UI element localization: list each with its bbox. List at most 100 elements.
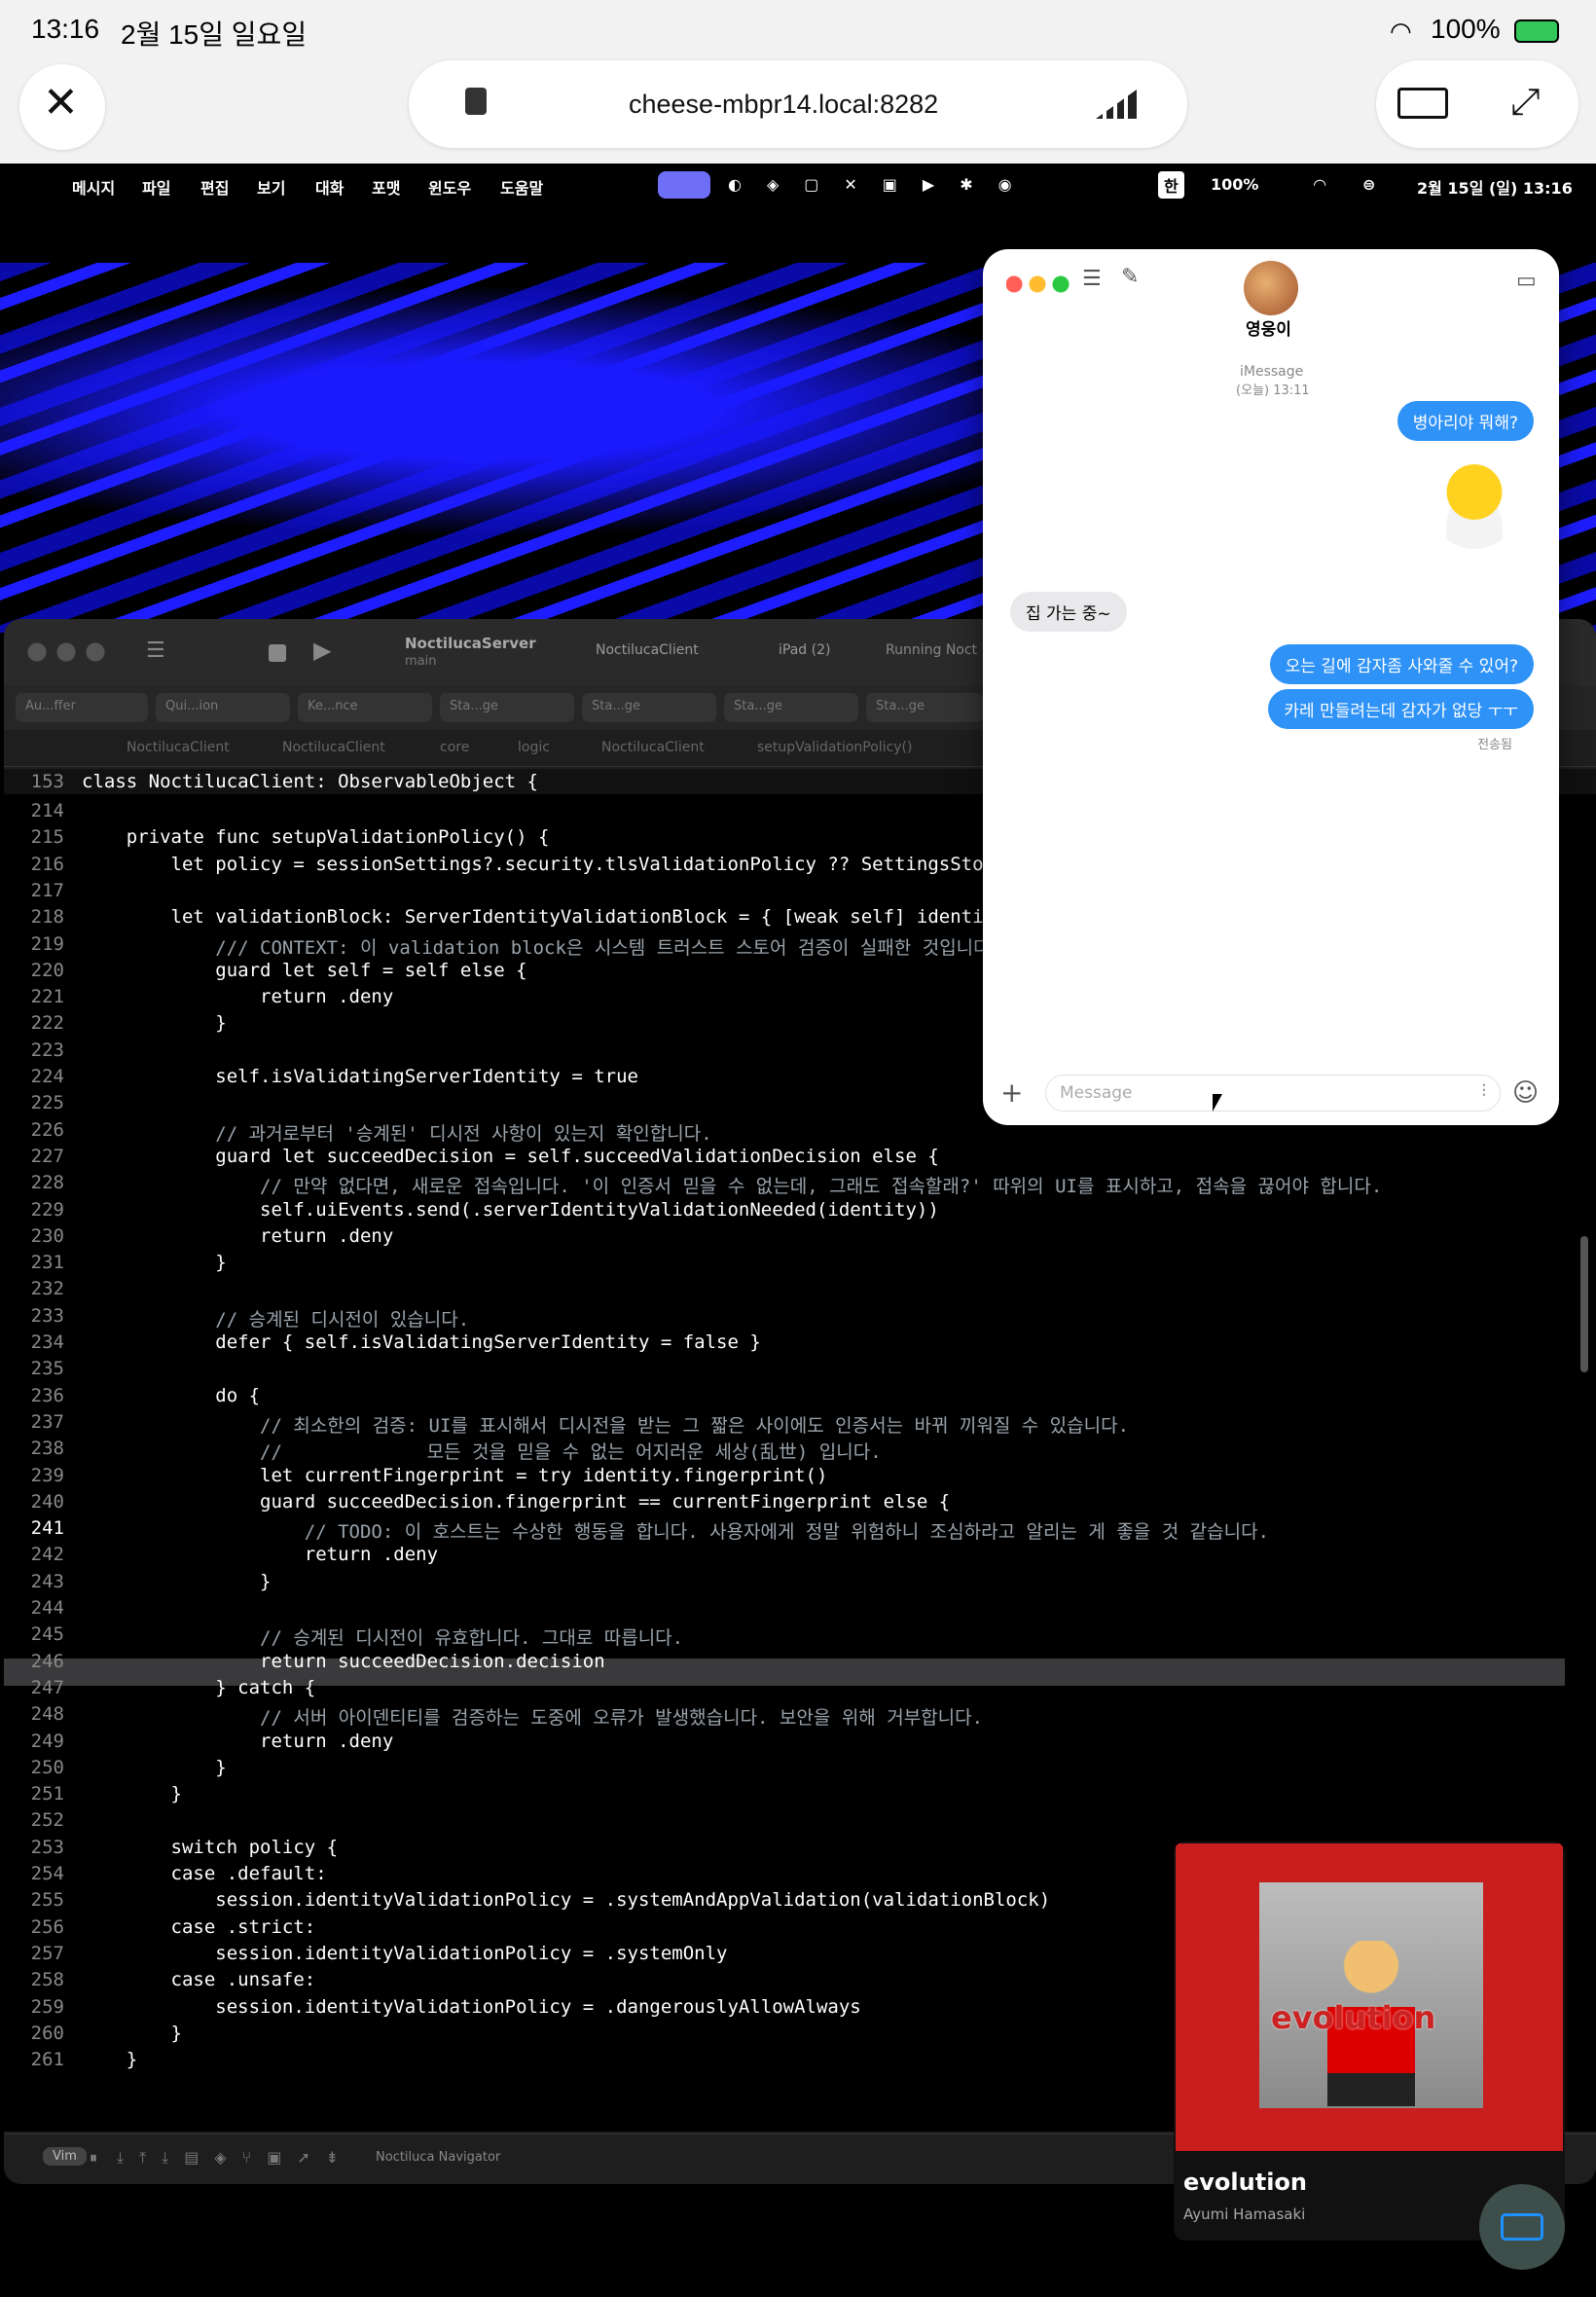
- line-number: 230: [30, 1224, 64, 1247]
- line-number: 237: [30, 1410, 64, 1433]
- chick-emoji-icon: [1431, 461, 1518, 549]
- messages-window: ☰ ✎ 영웅이 ▭ iMessage (오늘) 13:11 병아리야 뭐해? 집…: [983, 249, 1559, 1125]
- display-toggle-button[interactable]: ⤢: [1376, 60, 1578, 148]
- menu-conversation[interactable]: 대화: [315, 175, 344, 199]
- code-line: do {: [82, 1384, 261, 1406]
- message-bubble-incoming[interactable]: 집 가는 중~: [1010, 592, 1127, 632]
- line-number: 250: [30, 1756, 64, 1778]
- message-bubble-outgoing[interactable]: 카레 만들려는데 감자가 없당 ㅜㅜ: [1268, 689, 1534, 729]
- run-target[interactable]: NoctilucaClient: [596, 642, 699, 658]
- menu-view[interactable]: 보기: [257, 175, 285, 199]
- compose-icon[interactable]: ✎: [1121, 265, 1139, 289]
- scheme-name[interactable]: NoctilucaServer: [405, 635, 536, 652]
- code-line: // 서버 아이덴티티를 검증하는 도중에 오류가 발생했습니다. 보안을 위해…: [82, 1707, 984, 1730]
- editor-tab[interactable]: Sta...ge: [866, 693, 983, 722]
- line-number: 261: [30, 2049, 64, 2071]
- editor-tab[interactable]: Sta...ge: [724, 693, 858, 722]
- line-number: 214: [30, 800, 64, 821]
- line-number: 236: [30, 1384, 64, 1406]
- now-playing-widget[interactable]: evolution evolution Ayumi Hamasaki: [1174, 1841, 1565, 2241]
- screen-share-icon[interactable]: [658, 171, 710, 199]
- run-device[interactable]: iPad (2): [779, 642, 830, 658]
- code-line: let policy = sessionSettings?.security.t…: [82, 853, 1029, 875]
- editor-tab[interactable]: Ke...nce: [298, 693, 432, 722]
- traffic-lights[interactable]: [27, 642, 105, 662]
- filter-icon[interactable]: ☰: [1082, 267, 1102, 291]
- line-number: 256: [30, 1915, 64, 1938]
- line-number: 252: [30, 1809, 64, 1832]
- menubar-battery[interactable]: 100%: [1211, 175, 1258, 194]
- breadcrumb-item[interactable]: NoctilucaClient: [601, 740, 705, 755]
- menu-file[interactable]: 파일: [142, 175, 170, 199]
- contact-name[interactable]: 영웅이: [1246, 315, 1291, 340]
- line-number: 227: [30, 1145, 64, 1167]
- close-button[interactable]: ✕: [19, 64, 105, 150]
- vim-badge[interactable]: Vim: [43, 2147, 87, 2166]
- line-number: 247: [30, 1676, 64, 1698]
- wifi-menu-icon[interactable]: ◠: [1314, 175, 1325, 194]
- emoji-icon[interactable]: ☺: [1512, 1078, 1539, 1108]
- traffic-lights[interactable]: [1006, 274, 1076, 294]
- breadcrumb-item[interactable]: setupValidationPolicy(): [757, 740, 912, 755]
- input-method-icon[interactable]: 한: [1158, 171, 1184, 199]
- line-number: 217: [30, 879, 64, 901]
- message-bubble-outgoing[interactable]: 오는 길에 감자좀 사와줄 수 있어?: [1269, 644, 1534, 684]
- video-icon[interactable]: ▭: [1516, 269, 1537, 293]
- breadcrumb-item[interactable]: logic: [518, 740, 550, 755]
- menubar-clock[interactable]: 2월 15일 (일) 13:16: [1417, 175, 1573, 199]
- navigator-label[interactable]: Noctiluca Navigator: [376, 2150, 500, 2165]
- status-battery: 100%: [1431, 14, 1501, 44]
- ipad-top-bar: 13:16 2월 15일 일요일 ◠ 100% ✕ cheese-mbpr14.…: [0, 0, 1596, 164]
- debug-icons[interactable]: ⤓⤒⤓▤◈⑂▣➚⇟: [117, 2148, 354, 2168]
- control-center-icon[interactable]: ⊜: [1362, 175, 1375, 194]
- line-number: 220: [30, 959, 64, 981]
- menu-messages[interactable]: 메시지: [72, 175, 115, 199]
- line-number: 245: [30, 1623, 64, 1646]
- code-line: // TODO: 이 호스트는 수상한 행동을 합니다. 사용자에게 정말 위험…: [82, 1521, 1269, 1544]
- audio-icon[interactable]: ⫶: [1482, 1081, 1487, 1102]
- breadcrumb-item[interactable]: NoctilucaClient: [127, 740, 230, 755]
- message-input[interactable]: Message ⫶: [1045, 1075, 1501, 1112]
- menu-format[interactable]: 포맷: [372, 175, 400, 199]
- address-bar[interactable]: cheese-mbpr14.local:8282: [409, 60, 1187, 148]
- lock-icon: [465, 88, 487, 115]
- album-art: evolution: [1259, 1882, 1483, 2108]
- run-status: Running Noct: [886, 642, 978, 658]
- service-label: iMessage: [1240, 364, 1304, 380]
- menu-window[interactable]: 윈도우: [428, 175, 471, 199]
- keyboard-button[interactable]: [1479, 2184, 1565, 2270]
- status-date: 2월 15일 일요일: [121, 19, 308, 50]
- code-line: } catch {: [82, 1676, 316, 1698]
- navigator-toggle-icon[interactable]: ☰: [146, 638, 165, 663]
- menu-help[interactable]: 도움말: [500, 175, 543, 199]
- pause-icon[interactable]: ⏸: [90, 2148, 97, 2168]
- line-number: 224: [30, 1066, 64, 1087]
- editor-tab[interactable]: Sta...ge: [582, 693, 716, 722]
- breadcrumb-item[interactable]: core: [440, 740, 469, 755]
- menu-edit[interactable]: 편집: [200, 175, 229, 199]
- line-number: 153: [30, 771, 64, 792]
- status-icon-group[interactable]: ◐◈▢✕▣▶✱◉: [728, 175, 1037, 194]
- code-line: return .deny: [82, 1730, 394, 1752]
- avatar[interactable]: [1244, 261, 1298, 315]
- line-number: 251: [30, 1783, 64, 1805]
- track-title: evolution: [1183, 2169, 1307, 2196]
- breadcrumb-item[interactable]: NoctilucaClient: [282, 740, 385, 755]
- message-bubble-outgoing[interactable]: 병아리야 뭐해?: [1396, 401, 1534, 441]
- signal-icon: [1096, 90, 1137, 119]
- run-icon[interactable]: ▶: [313, 637, 331, 664]
- line-number: 223: [30, 1039, 64, 1061]
- vertical-scrollbar[interactable]: [1580, 1236, 1588, 1372]
- editor-tab[interactable]: Au...ffer: [16, 693, 148, 722]
- expand-icon: ⤢: [1510, 80, 1541, 123]
- add-icon[interactable]: +: [1000, 1076, 1023, 1109]
- code-line: return .deny: [82, 1544, 439, 1566]
- code-line: switch policy {: [82, 1836, 339, 1858]
- editor-tab[interactable]: Sta...ge: [440, 693, 574, 722]
- line-number: 239: [30, 1464, 64, 1486]
- code-line: // 승계된 디시전이 있습니다.: [82, 1308, 470, 1331]
- editor-tab[interactable]: Qui...ion: [156, 693, 290, 722]
- line-number: 249: [30, 1730, 64, 1752]
- stop-icon[interactable]: [269, 644, 286, 662]
- display-icon: [1397, 88, 1448, 119]
